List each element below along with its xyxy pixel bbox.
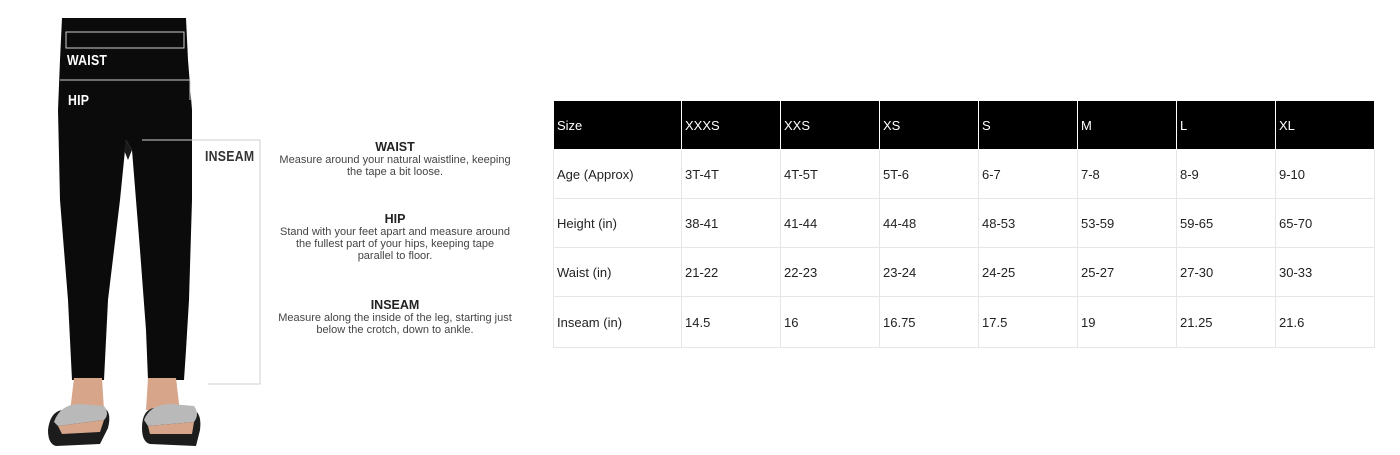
table-row: Height (in) 38-41 41-44 44-48 48-53 53-5… xyxy=(553,198,1375,248)
table-cell: 27-30 xyxy=(1176,247,1276,297)
waist-instruction-line: the tape a bit loose. xyxy=(346,166,443,178)
table-row: Inseam (in) 14.5 16 16.75 17.5 19 21.25 … xyxy=(553,296,1375,348)
table-cell: 41-44 xyxy=(780,198,880,248)
header-cell: XXXS xyxy=(681,100,781,150)
table-cell: 16.75 xyxy=(879,296,979,348)
table-cell: 5T-6 xyxy=(879,149,979,199)
table-cell: 17.5 xyxy=(978,296,1078,348)
header-cell: XL xyxy=(1275,100,1375,150)
table-cell: 16 xyxy=(780,296,880,348)
inseam-instruction-line: Measure along the inside of the leg, sta… xyxy=(278,312,512,324)
header-cell: L xyxy=(1176,100,1276,150)
hip-instruction-line: the fullest part of your hips, keeping t… xyxy=(295,238,495,250)
inseam-instruction-line: below the crotch, down to ankle. xyxy=(316,324,474,336)
hip-instruction: HIP Stand with your feet apart and measu… xyxy=(272,212,518,262)
table-cell: 7-8 xyxy=(1077,149,1177,199)
table-cell: 24-25 xyxy=(978,247,1078,297)
hip-instruction-line: Stand with your feet apart and measure a… xyxy=(280,226,510,238)
inseam-figure-label: INSEAM xyxy=(205,148,255,165)
table-row: Waist (in) 21-22 22-23 23-24 24-25 25-27… xyxy=(553,247,1375,297)
table-row: Age (Approx) 3T-4T 4T-5T 5T-6 6-7 7-8 8-… xyxy=(553,149,1375,199)
table-cell: 21-22 xyxy=(681,247,781,297)
inseam-instruction: INSEAM Measure along the inside of the l… xyxy=(272,298,518,336)
waist-instruction: WAIST Measure around your natural waistl… xyxy=(272,140,518,178)
table-cell: 21.6 xyxy=(1275,296,1375,348)
table-cell: 21.25 xyxy=(1176,296,1276,348)
table-cell: 38-41 xyxy=(681,198,781,248)
row-label-cell: Height (in) xyxy=(553,198,682,248)
header-cell: S xyxy=(978,100,1078,150)
waist-instruction-title: WAIST xyxy=(375,140,415,154)
table-cell: 4T-5T xyxy=(780,149,880,199)
table-cell: 53-59 xyxy=(1077,198,1177,248)
leggings-illustration xyxy=(48,18,261,446)
waist-instruction-line: Measure around your natural waistline, k… xyxy=(279,154,511,166)
table-cell: 59-65 xyxy=(1176,198,1276,248)
header-cell: M xyxy=(1077,100,1177,150)
table-cell: 14.5 xyxy=(681,296,781,348)
table-cell: 44-48 xyxy=(879,198,979,248)
hip-instruction-title: HIP xyxy=(384,212,406,226)
row-label-cell: Inseam (in) xyxy=(553,296,682,348)
table-header-row: Size XXXS XXS XS S M L XL xyxy=(553,100,1375,150)
table-cell: 9-10 xyxy=(1275,149,1375,199)
table-cell: 25-27 xyxy=(1077,247,1177,297)
leggings-figure: WAIST HIP INSEAM xyxy=(0,0,280,455)
row-label-cell: Waist (in) xyxy=(553,247,682,297)
table-cell: 30-33 xyxy=(1275,247,1375,297)
size-chart-table: Size XXXS XXS XS S M L XL Age (Approx) 3… xyxy=(553,100,1375,348)
row-label-cell: Age (Approx) xyxy=(553,149,682,199)
inseam-instruction-title: INSEAM xyxy=(370,298,420,312)
header-cell: XS xyxy=(879,100,979,150)
header-cell: Size xyxy=(553,100,682,150)
table-cell: 22-23 xyxy=(780,247,880,297)
table-cell: 48-53 xyxy=(978,198,1078,248)
hip-figure-label: HIP xyxy=(68,92,90,109)
table-cell: 8-9 xyxy=(1176,149,1276,199)
table-cell: 65-70 xyxy=(1275,198,1375,248)
table-cell: 3T-4T xyxy=(681,149,781,199)
header-cell: XXS xyxy=(780,100,880,150)
table-cell: 19 xyxy=(1077,296,1177,348)
hip-instruction-line: parallel to floor. xyxy=(357,250,433,262)
waist-figure-label: WAIST xyxy=(67,52,108,69)
table-cell: 23-24 xyxy=(879,247,979,297)
table-cell: 6-7 xyxy=(978,149,1078,199)
